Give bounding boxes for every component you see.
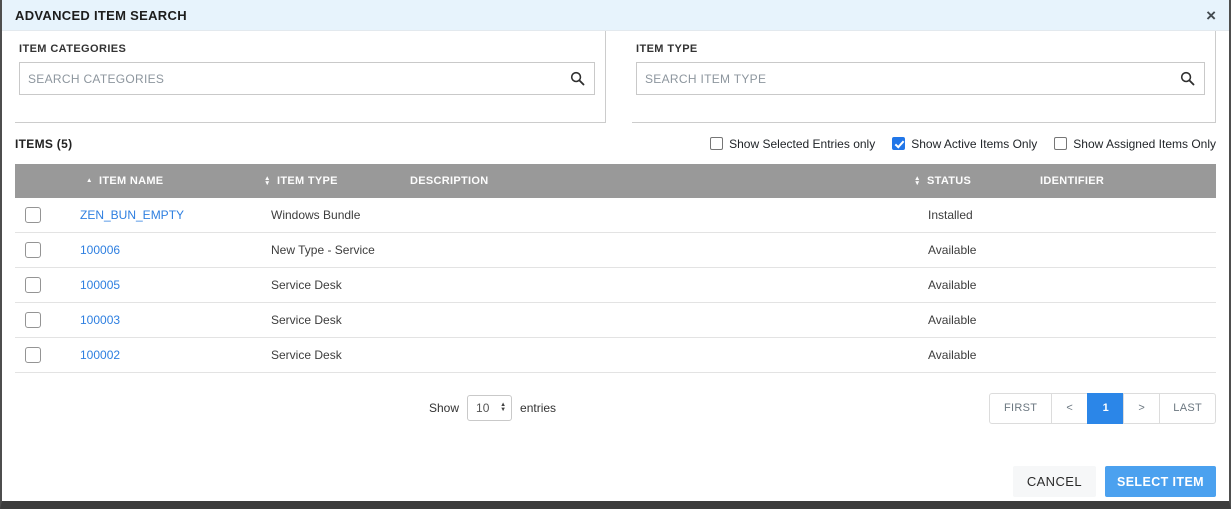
row-checkbox[interactable] (25, 312, 41, 328)
row-checkbox[interactable] (25, 242, 41, 258)
table-row: 100002 Service Desk Available (15, 338, 1216, 373)
column-header-item-name[interactable]: ▲ ITEM NAME (80, 164, 258, 198)
table-row: 100003 Service Desk Available (15, 303, 1216, 338)
column-header-item-type[interactable]: ▲ ▼ ITEM TYPE (258, 164, 403, 198)
first-page-button[interactable]: FIRST (989, 392, 1053, 424)
table-row: ZEN_BUN_EMPTY Windows Bundle Installed (15, 198, 1216, 233)
spinner-icon: ▲ ▼ (500, 402, 507, 413)
item-categories-label: ITEM CATEGORIES (19, 43, 127, 55)
checkbox-label: Show Active Items Only (911, 136, 1038, 151)
checkbox-label: Show Assigned Items Only (1073, 136, 1216, 151)
page-size-select[interactable]: 10 ▲ ▼ (467, 395, 513, 421)
search-categories-input[interactable] (19, 62, 595, 95)
close-icon[interactable]: × (1206, 7, 1216, 24)
status-cell: Available (928, 278, 977, 292)
item-categories-panel: ITEM CATEGORIES (15, 31, 606, 123)
items-filter-row: ITEMS (5) Show Selected Entries only Sho… (15, 123, 1216, 164)
filter-checkboxes: Show Selected Entries only Show Active I… (710, 137, 1216, 151)
table-row: 100005 Service Desk Available (15, 268, 1216, 303)
item-type-cell: Windows Bundle (271, 208, 361, 222)
item-type-search-wrap (636, 62, 1205, 95)
item-name-link[interactable]: 100006 (80, 243, 120, 257)
pagination-row: Show 10 ▲ ▼ entries FIRST < 1 > LAST (15, 377, 1216, 439)
search-panels: ITEM CATEGORIES ITEM TYPE (15, 31, 1216, 123)
advanced-item-search-dialog: ADVANCED ITEM SEARCH × ITEM CATEGORIES I… (0, 0, 1231, 509)
item-name-link[interactable]: 100005 (80, 278, 120, 292)
item-type-cell: Service Desk (271, 348, 342, 362)
item-type-cell: New Type - Service (271, 243, 375, 257)
status-cell: Available (928, 243, 977, 257)
sort-both-icon: ▲ ▼ (264, 174, 271, 187)
cancel-button[interactable]: CANCEL (1012, 466, 1096, 497)
item-name-link[interactable]: 100003 (80, 313, 120, 327)
column-header-identifier: IDENTIFIER (1040, 175, 1105, 187)
page-size-control: Show 10 ▲ ▼ entries (429, 395, 556, 421)
dialog-content: ITEM CATEGORIES ITEM TYPE (2, 31, 1229, 439)
next-page-button[interactable]: > (1123, 392, 1161, 424)
dialog-header: ADVANCED ITEM SEARCH × (2, 0, 1229, 31)
item-name-link[interactable]: 100002 (80, 348, 120, 362)
page-size-value: 10 (476, 401, 490, 415)
prev-page-button[interactable]: < (1051, 392, 1089, 424)
column-header-select (15, 164, 80, 198)
item-type-cell: Service Desk (271, 278, 342, 292)
item-name-link[interactable]: ZEN_BUN_EMPTY (80, 208, 184, 222)
search-item-type-input[interactable] (636, 62, 1205, 95)
row-checkbox[interactable] (25, 277, 41, 293)
checkbox-icon[interactable] (710, 137, 724, 150)
categories-search-wrap (19, 62, 595, 95)
page-1-button[interactable]: 1 (1087, 392, 1125, 424)
sort-asc-icon: ▲ (86, 177, 93, 185)
checkbox-label: Show Selected Entries only (729, 136, 876, 151)
search-icon[interactable] (1179, 70, 1196, 87)
status-cell: Installed (928, 208, 973, 222)
item-type-panel: ITEM TYPE (632, 31, 1216, 123)
row-checkbox[interactable] (25, 207, 41, 223)
show-active-items-checkbox[interactable]: Show Active Items Only (892, 137, 1037, 151)
item-type-label: ITEM TYPE (636, 43, 698, 55)
items-count-label: ITEMS (5) (15, 136, 73, 151)
table-row: 100006 New Type - Service Available (15, 233, 1216, 268)
select-item-button[interactable]: SELECT ITEM (1104, 466, 1216, 497)
row-checkbox[interactable] (25, 347, 41, 363)
sort-both-icon: ▲ ▼ (914, 174, 921, 187)
column-header-description: DESCRIPTION (410, 175, 489, 187)
dialog-title: ADVANCED ITEM SEARCH (15, 7, 187, 23)
status-cell: Available (928, 313, 977, 327)
entries-label: entries (520, 401, 557, 415)
item-type-cell: Service Desk (271, 313, 342, 327)
table-header-row: ▲ ITEM NAME ▲ ▼ ITEM TYPE DESCRIPTION ▲ ▼ … (15, 164, 1216, 198)
last-page-button[interactable]: LAST (1159, 392, 1216, 424)
pager: FIRST < 1 > LAST (989, 392, 1216, 424)
show-assigned-items-checkbox[interactable]: Show Assigned Items Only (1054, 137, 1216, 151)
items-table: ▲ ITEM NAME ▲ ▼ ITEM TYPE DESCRIPTION ▲ ▼ … (15, 164, 1216, 373)
status-cell: Available (928, 348, 977, 362)
show-label: Show (429, 401, 460, 415)
dialog-footer: CANCEL SELECT ITEM (1012, 466, 1216, 497)
column-header-status[interactable]: ▲ ▼ STATUS (908, 164, 1033, 198)
checkbox-icon[interactable] (892, 137, 906, 150)
search-icon[interactable] (569, 70, 586, 87)
show-selected-entries-checkbox[interactable]: Show Selected Entries only (710, 137, 875, 151)
checkbox-icon[interactable] (1054, 137, 1068, 150)
